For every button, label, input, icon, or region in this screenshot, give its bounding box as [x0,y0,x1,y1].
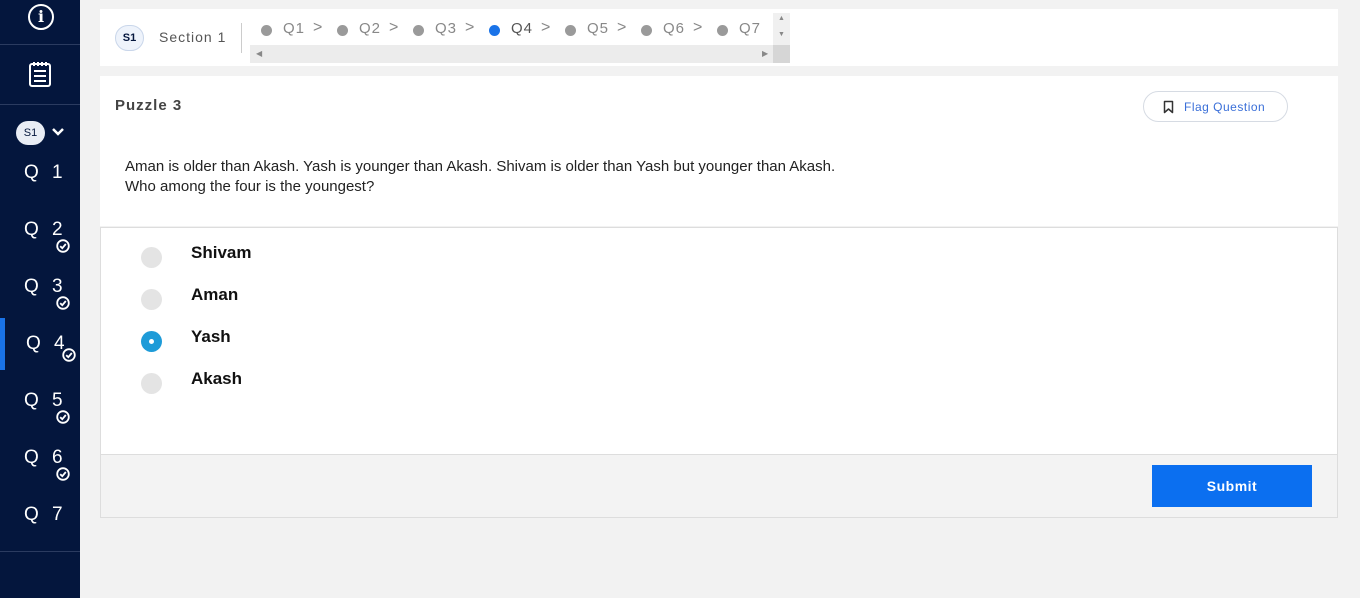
step-label: Q3 [435,20,458,37]
check-circle-icon [56,239,70,253]
sidebar-item-q5[interactable]: Q 5 [0,390,80,443]
sidebar-item-label: Q 6 [24,447,67,468]
radio-button[interactable] [141,289,162,310]
chevron-right-icon: > [693,19,704,36]
question-title: Puzzle 3 [115,97,183,114]
check-circle-icon [56,410,70,424]
option-label: Akash [191,369,243,388]
sidebar-item-q7[interactable]: Q 7 [0,504,80,557]
section-badge: S1 [16,121,45,145]
step-dot [717,25,728,36]
step-label: Q2 [359,20,382,37]
divider [241,23,242,53]
sidebar-item-label: Q 5 [24,390,67,411]
sidebar-item-label: Q 2 [24,219,67,240]
chevron-right-icon: > [617,19,628,36]
section-header: S1 Section 1 Q1 > Q2 > Q3 > Q4 > Q5 > Q6… [100,9,1338,66]
section-label: Section 1 [159,29,227,45]
notes-icon [29,62,51,87]
submit-button[interactable]: Submit [1152,465,1312,507]
sidebar-item-label: Q 1 [24,162,67,183]
flag-question-label: Flag Question [1184,100,1266,114]
step-dot [565,25,576,36]
step-label: Q4 [511,20,534,37]
scroll-right-icon[interactable]: ▶ [762,49,768,58]
sidebar-item-label: Q 7 [24,504,67,525]
chevron-down-icon [52,128,64,136]
option-label: Shivam [191,243,252,262]
chevron-right-icon: > [541,19,552,36]
action-footer: Submit [100,454,1338,518]
section-badge: S1 [115,25,144,51]
bookmark-icon [1163,100,1174,114]
step-dot [261,25,272,36]
chevron-right-icon: > [465,19,476,36]
step-label: Q5 [587,20,610,37]
chevron-right-icon: > [389,19,400,36]
question-text-line: Aman is older than Akash. Yash is younge… [125,158,836,175]
answer-options: Shivam Aman Yash Akash [100,227,1338,455]
flag-question-button[interactable]: Flag Question [1143,91,1288,122]
step-label: Q7 [739,20,762,37]
info-icon: i [28,4,54,30]
option-label: Yash [191,327,231,346]
scroll-down-icon[interactable]: ▼ [778,31,785,38]
vertical-scrollbar[interactable]: ▲ ▼ [773,13,790,45]
scroll-up-icon[interactable]: ▲ [778,15,785,22]
radio-button[interactable] [141,373,162,394]
scrollbar-corner [773,45,790,63]
check-circle-icon [56,467,70,481]
question-text: Aman is older than Akash. Yash is younge… [125,157,835,197]
question-panel: Puzzle 3 Flag Question Aman is older tha… [100,76,1338,226]
question-text-line: Who among the four is the youngest? [125,178,375,195]
info-button[interactable]: i [0,0,80,45]
notes-button[interactable] [0,46,80,105]
check-circle-icon [56,296,70,310]
sidebar-item-q1[interactable]: Q 1 [0,162,80,215]
sidebar: i S1 Q 1 Q 2 Q 3 Q 4 Q 5 Q 6 Q 7 [0,0,80,598]
chevron-right-icon: > [313,19,324,36]
step-dot [413,25,424,36]
scroll-left-icon[interactable]: ◀ [256,49,262,58]
step-dot [489,25,500,36]
step-dot [641,25,652,36]
option-label: Aman [191,285,239,304]
step-dot [337,25,348,36]
radio-button[interactable] [141,247,162,268]
sidebar-item-q4[interactable]: Q 4 [0,318,80,370]
sidebar-item-q2[interactable]: Q 2 [0,219,80,272]
sidebar-item-q6[interactable]: Q 6 [0,447,80,500]
check-circle-icon [62,348,76,362]
radio-button-selected[interactable] [141,331,162,352]
horizontal-scrollbar[interactable]: ◀ ▶ [250,45,790,63]
sidebar-item-label: Q 3 [24,276,67,297]
sidebar-divider [0,551,80,552]
step-label: Q6 [663,20,686,37]
step-label: Q1 [283,20,306,37]
